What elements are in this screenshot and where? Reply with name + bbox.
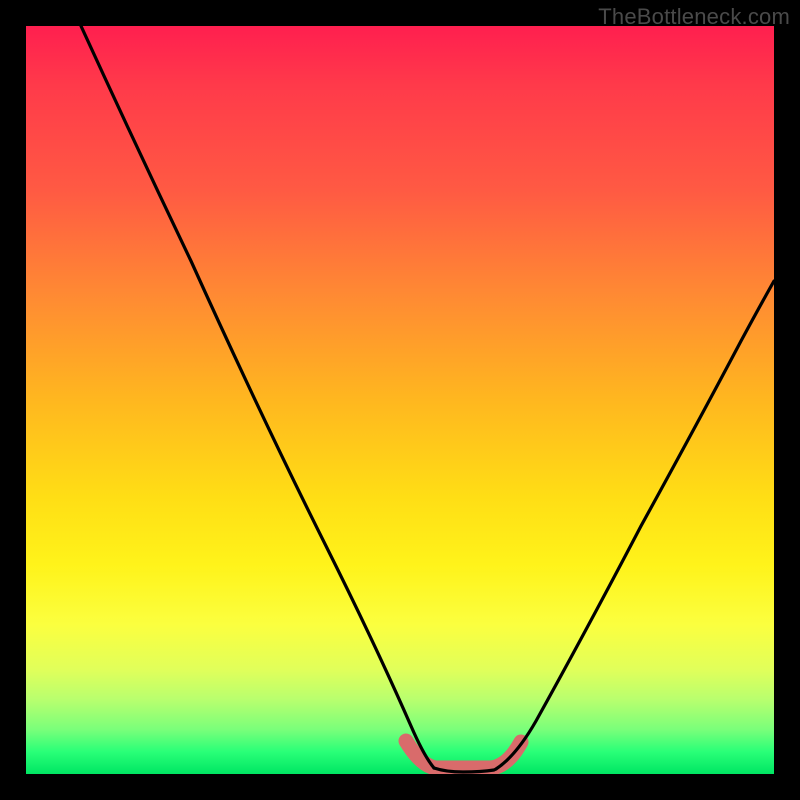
- left-branch-curve: [81, 26, 434, 768]
- chart-frame: TheBottleneck.com: [0, 0, 800, 800]
- curve-layer: [26, 26, 774, 774]
- right-branch-curve: [496, 281, 774, 769]
- plot-area: [26, 26, 774, 774]
- watermark-text: TheBottleneck.com: [598, 4, 790, 30]
